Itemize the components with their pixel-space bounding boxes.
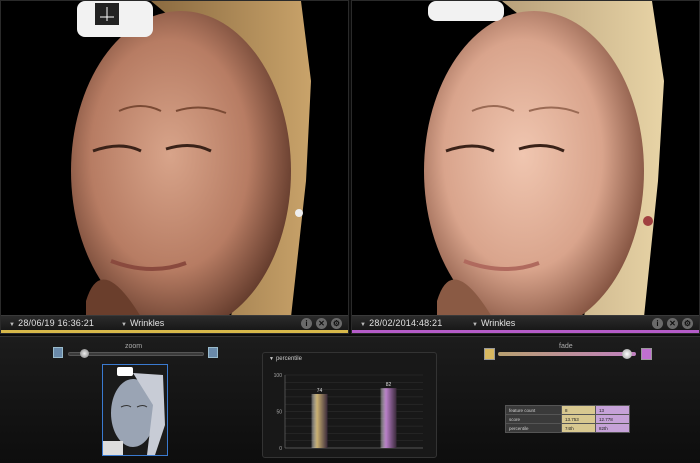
right-mode-dropdown[interactable]: ▼ Wrinkles bbox=[472, 318, 515, 328]
right-mode-label: Wrinkles bbox=[480, 318, 516, 328]
left-mode-label: Wrinkles bbox=[129, 318, 165, 328]
zoom-slider-handle[interactable] bbox=[80, 349, 90, 358]
chart-bar bbox=[380, 388, 397, 448]
close-icon[interactable]: ✕ bbox=[316, 318, 327, 329]
stats-table: feature count 8 13 score 13.753 12.778 percent… bbox=[505, 405, 630, 433]
chart-y-tick-label: 0 bbox=[279, 446, 282, 452]
right-date-dropdown[interactable]: ▼ 28/02/2014:48:21 bbox=[360, 318, 442, 328]
percentile-bar-chart: 100 50 0 74 82 bbox=[274, 373, 423, 452]
right-image-panel: ▼ 28/02/2014:48:21 ▼ Wrinkles i ✕ ⚙ bbox=[351, 0, 700, 334]
left-mode-dropdown[interactable]: ▼ Wrinkles bbox=[121, 318, 164, 328]
stats-cell-label: feature count bbox=[505, 405, 562, 415]
close-icon[interactable]: ✕ bbox=[667, 318, 678, 329]
info-icon[interactable]: i bbox=[301, 318, 312, 329]
left-image-panel: ▼ 28/06/19 16:36:21 ▼ Wrinkles i ✕ ⚙ bbox=[0, 0, 349, 334]
fade-slider-handle[interactable] bbox=[621, 349, 632, 359]
right-panel-accent-stripe bbox=[352, 330, 699, 333]
chevron-down-icon: ▼ bbox=[360, 322, 367, 328]
info-icon[interactable]: i bbox=[652, 318, 663, 329]
left-date-label: 28/06/19 16:36:21 bbox=[18, 318, 95, 328]
left-panel-accent-stripe bbox=[1, 330, 348, 333]
stats-cell-label: score bbox=[505, 414, 562, 424]
chevron-down-icon: ▼ bbox=[121, 322, 127, 328]
stats-cell-label: percentile bbox=[505, 423, 562, 433]
gear-icon[interactable]: ⚙ bbox=[331, 318, 342, 329]
right-date-label: 28/02/2014:48:21 bbox=[369, 318, 443, 328]
fade-slider-track[interactable] bbox=[498, 352, 636, 356]
right-panel-info-bar: ▼ 28/02/2014:48:21 ▼ Wrinkles i ✕ ⚙ bbox=[352, 315, 699, 333]
percentile-chart-panel: ▼ percentile 100 50 0 74 82 bbox=[262, 352, 437, 458]
fade-right-swatch[interactable] bbox=[641, 348, 652, 360]
navigator-thumbnail[interactable] bbox=[102, 364, 168, 456]
stats-cell-a: 8 bbox=[561, 405, 596, 415]
chart-bar bbox=[311, 393, 328, 448]
left-date-dropdown[interactable]: ▼ 28/06/19 16:36:21 bbox=[9, 318, 94, 328]
bottom-control-panel: zoom ▼ percentile 100 50 0 74 82 fade feature… bbox=[0, 336, 700, 463]
right-face-photo[interactable] bbox=[352, 1, 699, 317]
stats-cell-a: 74th bbox=[561, 423, 596, 433]
stats-cell-a: 13.753 bbox=[561, 414, 596, 424]
gear-icon[interactable]: ⚙ bbox=[682, 318, 693, 329]
table-row: score 13.753 12.778 bbox=[505, 414, 630, 424]
table-row: feature count 8 13 bbox=[505, 405, 630, 415]
fade-left-swatch[interactable] bbox=[484, 348, 495, 360]
chart-data-label: 74 bbox=[317, 388, 323, 394]
stats-cell-b: 82th bbox=[595, 423, 630, 433]
chart-y-tick-label: 50 bbox=[276, 410, 282, 416]
zoom-in-button[interactable] bbox=[208, 347, 218, 358]
chart-data-label: 82 bbox=[386, 382, 392, 388]
stats-cell-b: 13 bbox=[595, 405, 630, 415]
fade-label: fade bbox=[559, 343, 573, 350]
left-panel-info-bar: ▼ 28/06/19 16:36:21 ▼ Wrinkles i ✕ ⚙ bbox=[1, 315, 348, 333]
chevron-down-icon: ▼ bbox=[472, 322, 478, 328]
chart-y-tick-label: 100 bbox=[274, 373, 283, 379]
left-face-photo[interactable] bbox=[1, 1, 348, 317]
zoom-out-button[interactable] bbox=[53, 347, 63, 358]
table-row: percentile 74th 82th bbox=[505, 423, 630, 433]
stats-cell-b: 12.778 bbox=[595, 414, 630, 424]
zoom-label: zoom bbox=[125, 343, 143, 350]
chevron-down-icon: ▼ bbox=[9, 322, 16, 328]
